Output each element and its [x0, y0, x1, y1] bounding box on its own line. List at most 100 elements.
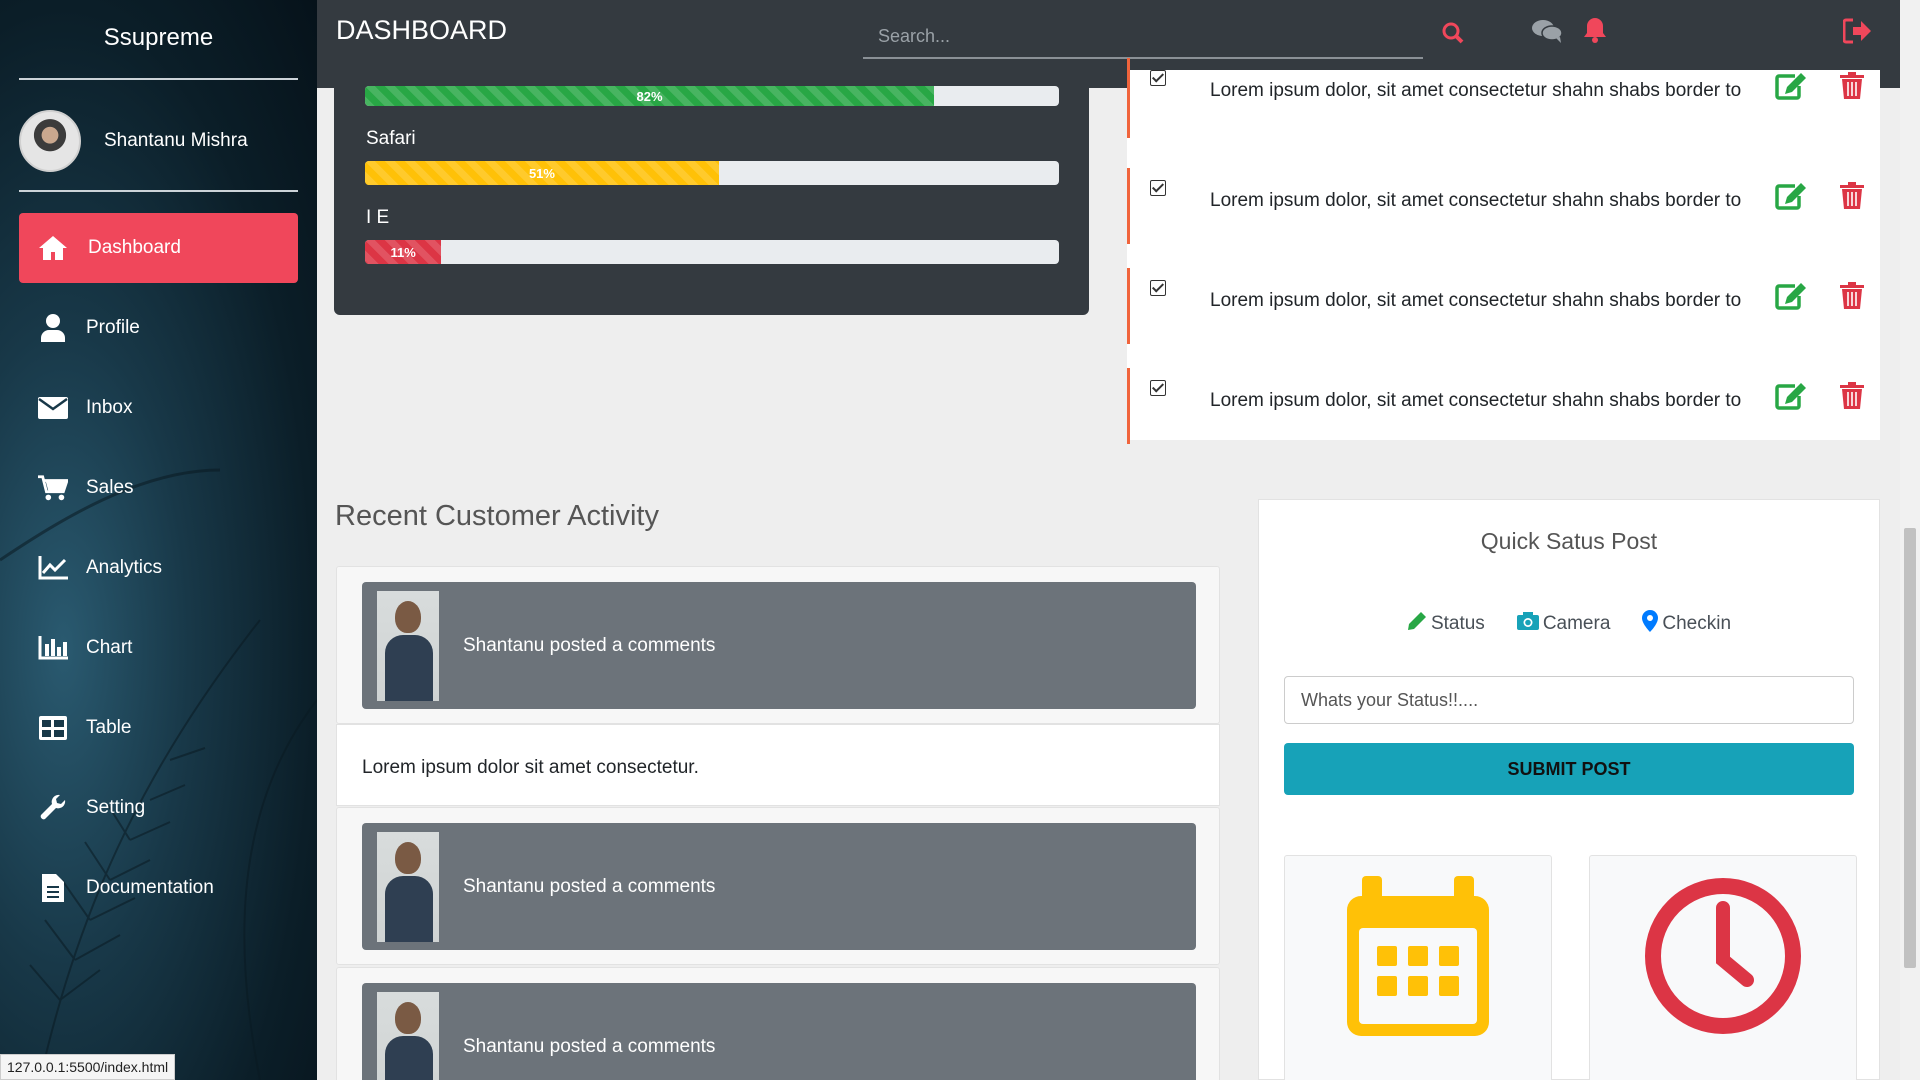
sidebar-item-label: Analytics: [86, 557, 163, 578]
sidebar-item-label: Sales: [86, 477, 134, 498]
sidebar-item-analytics[interactable]: Analytics: [0, 533, 317, 603]
sidebar-item-label: Table: [86, 717, 132, 738]
task-checkbox[interactable]: [1150, 70, 1166, 86]
scrollbar[interactable]: [1900, 0, 1920, 1080]
trash-icon[interactable]: [1840, 72, 1864, 105]
task-checkbox[interactable]: [1150, 380, 1166, 396]
comments-icon[interactable]: [1531, 18, 1563, 49]
recent-activity-list: Shantanu posted a comments Lorem ipsum d…: [336, 566, 1220, 1080]
scrollbar-thumb[interactable]: [1904, 528, 1916, 968]
sidebar-item-inbox[interactable]: Inbox: [0, 373, 317, 443]
map-marker-icon: [1642, 610, 1659, 638]
pencil-icon: [1407, 611, 1427, 637]
status-option-label: Status: [1430, 613, 1485, 634]
home-icon: [38, 233, 68, 263]
divider: [19, 78, 298, 80]
search-bar: [863, 15, 1423, 59]
user-icon: [38, 313, 68, 343]
quick-status-title: Quick Satus Post: [1480, 528, 1658, 554]
edit-icon[interactable]: [1775, 182, 1807, 215]
sidebar: Ssupreme Shantanu Mishra Dashboard Profi…: [0, 0, 317, 1080]
avatar[interactable]: [19, 110, 81, 172]
activity-item: Shantanu posted a comments: [336, 967, 1220, 1080]
trash-icon[interactable]: [1840, 282, 1864, 315]
progress-bar: 51%: [365, 161, 1059, 185]
activity-text: Shantanu posted a comments: [463, 634, 716, 656]
activity-post[interactable]: Shantanu posted a comments: [362, 582, 1196, 709]
cart-icon: [38, 473, 68, 503]
sidebar-item-label: Inbox: [86, 397, 133, 418]
sidebar-item-sales[interactable]: Sales: [0, 453, 317, 523]
activity-comment: Lorem ipsum dolor sit amet consectetur.: [336, 724, 1220, 806]
bell-icon[interactable]: [1583, 16, 1607, 49]
browser-stats-card: 82% Safari 51% I E 11%: [334, 70, 1089, 315]
divider: [19, 190, 298, 192]
task-item: Lorem ipsum dolor, sit amet consectetur …: [1127, 168, 1880, 244]
task-item: Lorem ipsum dolor, sit amet consectetur …: [1127, 368, 1880, 444]
camera-option[interactable]: Camera: [1516, 610, 1610, 638]
user-profile[interactable]: Shantanu Mishra: [19, 110, 248, 172]
submit-post-button[interactable]: SUBMIT POST: [1284, 743, 1854, 795]
task-checkbox[interactable]: [1150, 180, 1166, 196]
edit-icon[interactable]: [1775, 382, 1807, 415]
task-text: Lorem ipsum dolor, sit amet consectetur …: [1210, 290, 1742, 311]
sidebar-item-chart[interactable]: Chart: [0, 613, 317, 683]
envelope-icon: [38, 393, 68, 423]
trash-icon[interactable]: [1840, 182, 1864, 215]
task-list: Lorem ipsum dolor, sit amet consectetur …: [1127, 58, 1880, 444]
task-text: Lorem ipsum dolor, sit amet consectetur …: [1210, 390, 1742, 411]
activity-text: Shantanu posted a comments: [463, 875, 716, 897]
task-checkbox[interactable]: [1150, 280, 1166, 296]
brand-title[interactable]: Ssupreme: [0, 24, 317, 52]
bar-chart-icon: [38, 633, 68, 663]
calendar-tile[interactable]: [1284, 855, 1552, 1080]
edit-icon[interactable]: [1775, 72, 1807, 105]
customer-photo: [377, 590, 439, 701]
sidebar-item-setting[interactable]: Setting: [0, 773, 317, 843]
sign-out-icon[interactable]: [1842, 18, 1871, 49]
sidebar-item-table[interactable]: Table: [0, 693, 317, 763]
activity-item: Shantanu posted a comments: [336, 807, 1220, 965]
edit-icon[interactable]: [1775, 282, 1807, 315]
checkin-option[interactable]: Checkin: [1642, 610, 1731, 638]
calendar-icon: [1347, 876, 1489, 1080]
progress-label: Safari: [366, 128, 416, 149]
sidebar-item-label: Setting: [86, 797, 146, 818]
sidebar-item-documentation[interactable]: Documentation: [0, 853, 317, 923]
progress-label: I E: [366, 207, 390, 228]
task-text: Lorem ipsum dolor, sit amet consectetur …: [1210, 80, 1742, 101]
activity-text: Shantanu posted a comments: [463, 1035, 716, 1057]
clock-tile[interactable]: [1589, 855, 1857, 1080]
sidebar-item-profile[interactable]: Profile: [0, 293, 317, 363]
activity-post[interactable]: Shantanu posted a comments: [362, 983, 1196, 1080]
browser-status-url: 127.0.0.1:5500/index.html: [0, 1054, 176, 1080]
status-option[interactable]: Status: [1407, 610, 1485, 638]
sidebar-item-label: Documentation: [86, 877, 214, 898]
progress-fill: 82%: [365, 86, 935, 106]
status-input[interactable]: [1284, 676, 1854, 724]
task-item: Lorem ipsum dolor, sit amet consectetur …: [1127, 58, 1880, 138]
progress-fill: 51%: [365, 161, 719, 185]
wrench-icon: [38, 793, 68, 823]
sidebar-item-dashboard[interactable]: Dashboard: [19, 213, 298, 283]
customer-photo: [377, 991, 439, 1080]
progress-bar: 11%: [365, 240, 1059, 264]
progress-bar: 82%: [365, 86, 1059, 106]
sidebar-item-label: Profile: [86, 317, 140, 338]
user-name: Shantanu Mishra: [104, 130, 248, 151]
sidebar-item-label: Dashboard: [88, 237, 181, 258]
search-input[interactable]: [863, 15, 1423, 57]
status-options: Status Camera Checkin: [1259, 610, 1879, 638]
recent-activity-title: Recent Customer Activity: [335, 500, 659, 532]
customer-photo: [377, 831, 439, 942]
trash-icon[interactable]: [1840, 382, 1864, 415]
task-item: Lorem ipsum dolor, sit amet consectetur …: [1127, 268, 1880, 344]
activity-post[interactable]: Shantanu posted a comments: [362, 823, 1196, 950]
search-icon[interactable]: [1442, 22, 1464, 49]
camera-icon: [1516, 612, 1539, 636]
clock-icon: [1643, 876, 1803, 1080]
table-icon: [38, 713, 68, 743]
sidebar-nav: Dashboard Profile Inbox Sales Analytics …: [0, 213, 317, 933]
task-text: Lorem ipsum dolor, sit amet consectetur …: [1210, 190, 1742, 211]
checkin-option-label: Checkin: [1662, 613, 1732, 634]
